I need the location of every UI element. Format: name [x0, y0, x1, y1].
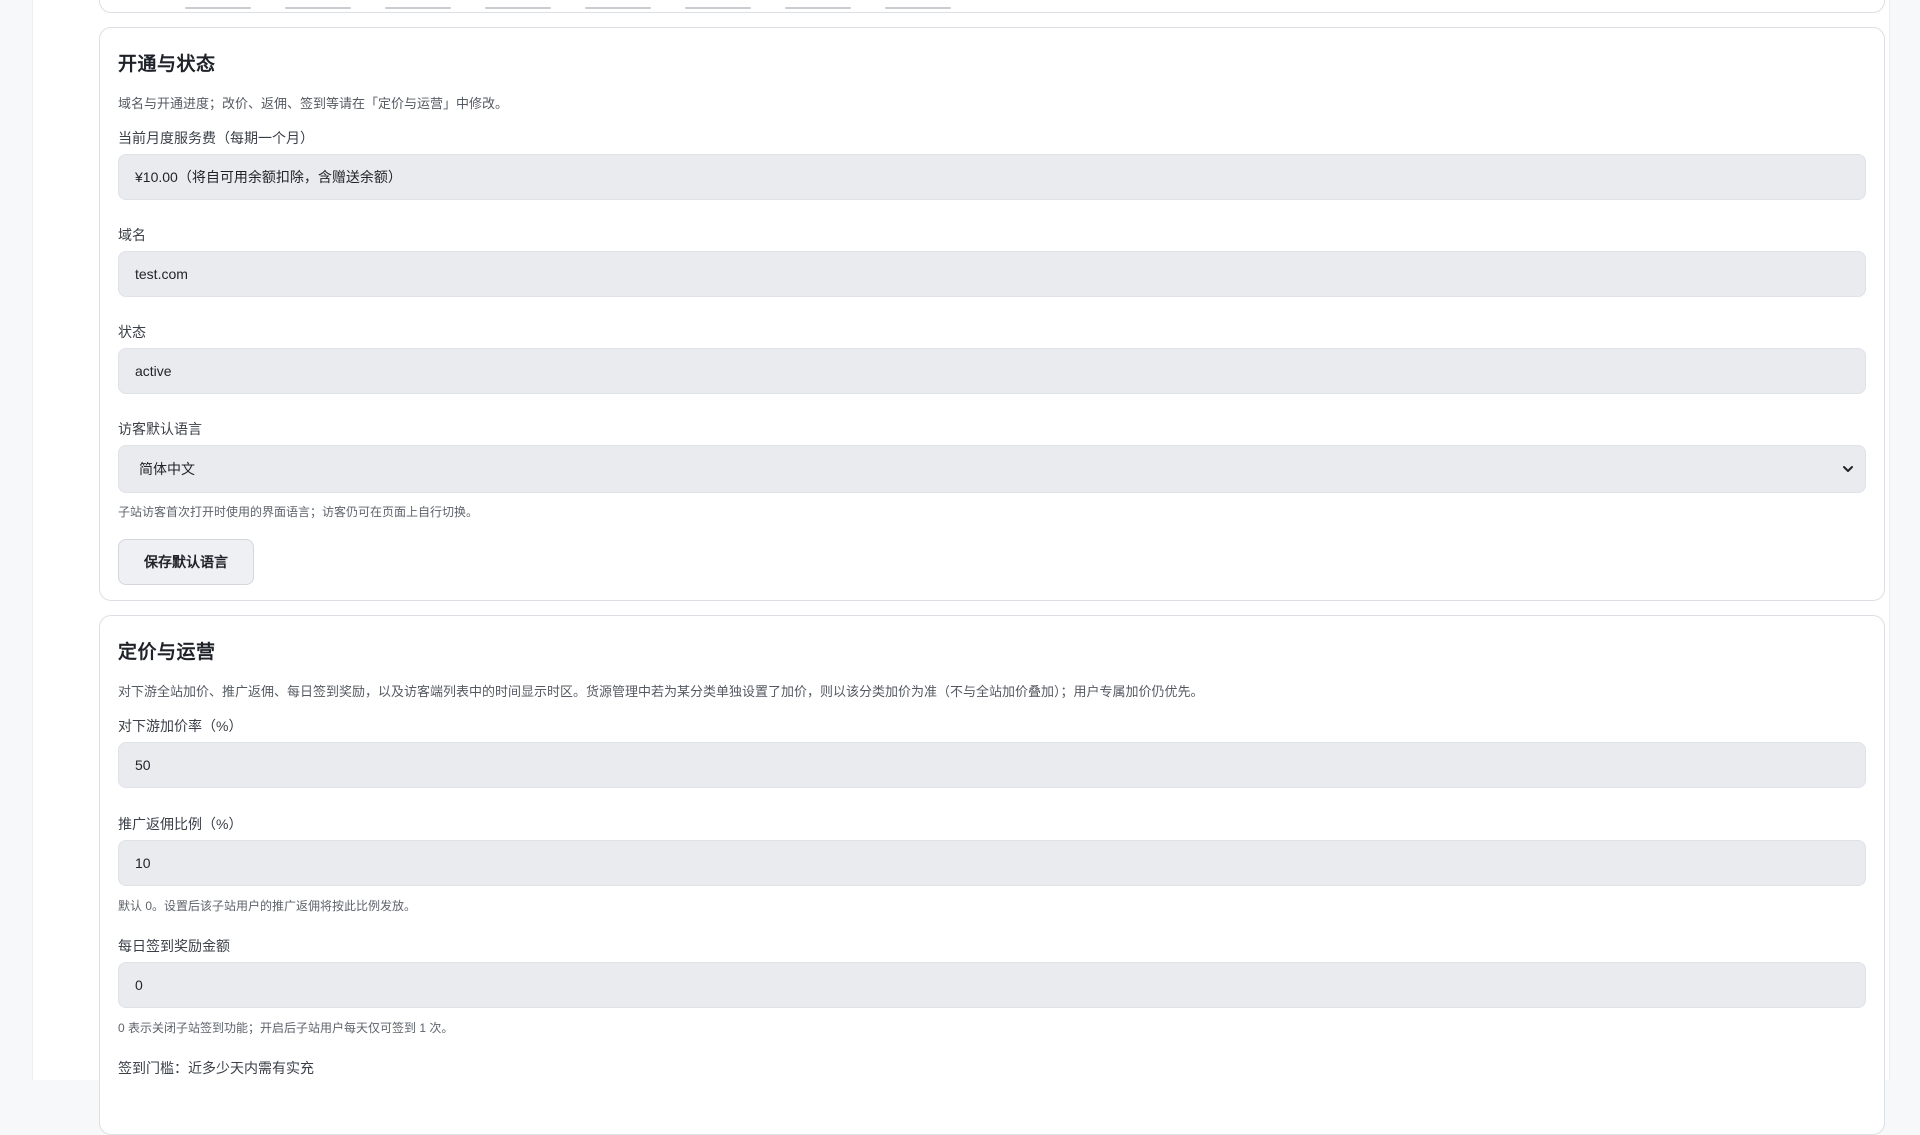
default-language-hint: 子站访客首次打开时使用的界面语言；访客仍可在页面上自行切换。 [118, 505, 479, 519]
default-language-label: 访客默认语言 [118, 421, 202, 437]
status-label: 状态 [118, 324, 146, 340]
markup-rate-label: 对下游加价率（%） [118, 718, 243, 734]
markup-rate-value: 50 [135, 757, 151, 773]
monthly-fee-value: ¥10.00（将自可用余额扣除，含赠送余额） [135, 169, 402, 185]
pricing-section-title: 定价与运营 [118, 642, 216, 663]
tab-indicator [385, 7, 451, 9]
tab-indicator [185, 7, 251, 9]
pricing-section-card: 定价与运营 对下游全站加价、推广返佣、每日签到奖励，以及访客端列表中的时间显示时… [99, 615, 1885, 1135]
default-language-select[interactable]: 简体中文 [118, 445, 1866, 493]
monthly-fee-field: ¥10.00（将自可用余额扣除，含赠送余额） [118, 154, 1866, 200]
status-section-description: 域名与开通进度；改价、返佣、签到等请在「定价与运营」中修改。 [118, 96, 509, 111]
tab-indicator [285, 7, 351, 9]
default-language-selected-value: 简体中文 [139, 461, 195, 477]
status-section-title: 开通与状态 [118, 54, 216, 75]
commission-rate-value: 10 [135, 855, 151, 871]
checkin-reward-hint: 0 表示关闭子站签到功能；开启后子站用户每天仅可签到 1 次。 [118, 1021, 454, 1035]
save-default-language-button[interactable]: 保存默认语言 [118, 539, 254, 585]
tab-indicator [685, 7, 751, 9]
commission-rate-label: 推广返佣比例（%） [118, 816, 243, 832]
monthly-fee-label: 当前月度服务费（每期一个月） [118, 130, 314, 146]
tab-indicator [785, 7, 851, 9]
checkin-reward-value: 0 [135, 977, 143, 993]
commission-rate-hint: 默认 0。设置后该子站用户的推广返佣将按此比例发放。 [118, 899, 417, 913]
previous-section-card [99, 0, 1885, 13]
status-value: active [135, 363, 172, 379]
previous-section-tab-indicators [185, 7, 951, 9]
markup-rate-input[interactable]: 50 [118, 742, 1866, 788]
chevron-down-icon [1843, 466, 1853, 472]
commission-rate-input[interactable]: 10 [118, 840, 1866, 886]
domain-field: test.com [118, 251, 1866, 297]
domain-label: 域名 [118, 227, 146, 243]
checkin-reward-input[interactable]: 0 [118, 962, 1866, 1008]
settings-page: 开通与状态 域名与开通进度；改价、返佣、签到等请在「定价与运营」中修改。 当前月… [32, 0, 1890, 1135]
checkin-reward-label: 每日签到奖励金额 [118, 938, 230, 954]
pricing-section-description: 对下游全站加价、推广返佣、每日签到奖励，以及访客端列表中的时间显示时区。货源管理… [118, 684, 1204, 699]
tab-indicator [485, 7, 551, 9]
checkin-threshold-label: 签到门槛：近多少天内需有实充 [118, 1060, 314, 1076]
tab-indicator [585, 7, 651, 9]
status-section-card: 开通与状态 域名与开通进度；改价、返佣、签到等请在「定价与运营」中修改。 当前月… [99, 27, 1885, 601]
status-field: active [118, 348, 1866, 394]
domain-value: test.com [135, 266, 188, 282]
tab-indicator [885, 7, 951, 9]
